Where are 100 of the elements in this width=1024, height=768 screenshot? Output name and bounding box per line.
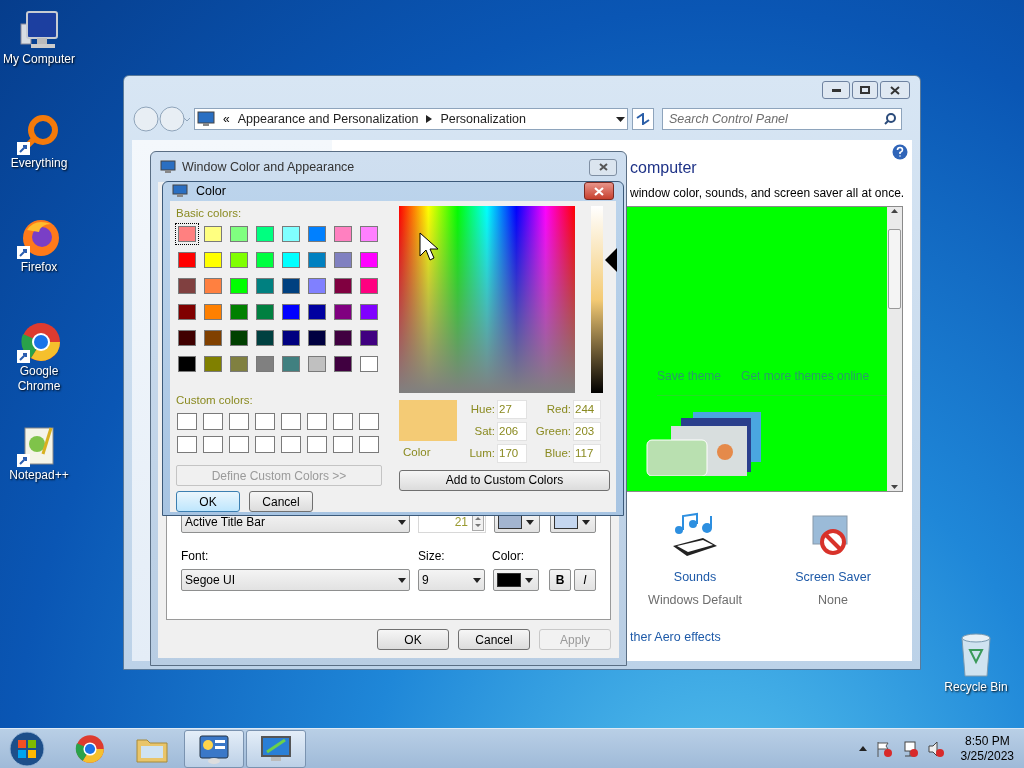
taskbar-button[interactable]	[184, 729, 244, 768]
color-swatch[interactable]	[254, 224, 276, 244]
setting-link[interactable]: Screen Saver	[795, 568, 871, 587]
custom-color-slot[interactable]	[333, 413, 353, 431]
desktop-icon-label[interactable]: My Computer	[1, 52, 77, 67]
setting-link[interactable]: Sounds	[673, 568, 717, 587]
color-swatch[interactable]	[228, 224, 250, 244]
custom-color-slot[interactable]	[281, 436, 301, 454]
desktop-icon-label[interactable]: Everything	[1, 156, 77, 171]
bold-button[interactable]: B	[549, 569, 571, 591]
color-swatch[interactable]	[332, 224, 354, 244]
color-swatch[interactable]	[176, 250, 198, 270]
aero-link[interactable]: ther Aero effects	[630, 627, 908, 647]
color-swatch[interactable]	[176, 328, 198, 348]
custom-color-slot[interactable]	[255, 413, 275, 431]
minimize-button[interactable]	[822, 81, 850, 99]
scroll-thumb[interactable]	[888, 229, 901, 309]
custom-color-slot[interactable]	[307, 436, 327, 454]
desktop-icon-label[interactable]: Recycle Bin	[944, 678, 1008, 696]
dropdown-arrow-icon[interactable]	[616, 116, 625, 122]
color-swatch[interactable]	[306, 302, 328, 322]
value-field[interactable]: 203	[573, 421, 601, 441]
color-swatch[interactable]	[228, 250, 250, 270]
back-forward-icon[interactable]	[132, 106, 190, 132]
color-swatch[interactable]	[202, 276, 224, 296]
color-swatch[interactable]	[280, 328, 302, 348]
color-swatch[interactable]	[306, 328, 328, 348]
color-swatch[interactable]	[280, 276, 302, 296]
ok-button[interactable]: OK	[176, 491, 240, 513]
refresh-button[interactable]	[632, 108, 654, 130]
add-to-custom-colors-button[interactable]: Add to Custom Colors	[399, 469, 610, 491]
color-swatch[interactable]	[358, 276, 380, 296]
value-field[interactable]: 117	[573, 443, 601, 463]
maximize-button[interactable]	[852, 81, 878, 99]
color-swatch[interactable]	[280, 224, 302, 244]
color-swatch[interactable]	[202, 354, 224, 374]
value-field[interactable]: 244	[573, 399, 601, 419]
dialog-button[interactable]: Cancel	[458, 629, 530, 650]
color-swatch[interactable]	[306, 250, 328, 270]
color-swatch[interactable]	[358, 250, 380, 270]
color-swatch[interactable]	[254, 276, 276, 296]
speaker-muted-icon[interactable]	[926, 739, 945, 758]
custom-color-slot[interactable]	[177, 436, 197, 454]
desktop-icon-label[interactable]: Firefox	[1, 260, 77, 275]
color-swatch[interactable]	[332, 328, 354, 348]
close-button[interactable]	[589, 158, 617, 176]
custom-color-slot[interactable]	[229, 413, 249, 431]
font-dropdown[interactable]: Segoe UI	[181, 569, 410, 591]
show-hidden-icons-icon[interactable]	[858, 746, 867, 751]
italic-button[interactable]: I	[574, 569, 596, 591]
custom-color-slot[interactable]	[229, 436, 249, 454]
value-field[interactable]: 27	[497, 399, 527, 419]
desktop-icon-label[interactable]: Google Chrome	[1, 364, 77, 394]
cancel-button[interactable]: Cancel	[249, 491, 313, 513]
color-swatch[interactable]	[358, 354, 380, 374]
custom-color-slot[interactable]	[333, 436, 353, 454]
color-swatch[interactable]	[228, 276, 250, 296]
flag-warning-icon[interactable]	[874, 739, 893, 758]
color-spectrum[interactable]	[399, 205, 575, 393]
color-swatch[interactable]	[306, 354, 328, 374]
color-swatch[interactable]	[202, 328, 224, 348]
address-bar[interactable]: « Appearance and Personalization Personalization	[194, 108, 628, 130]
custom-color-slot[interactable]	[203, 413, 223, 431]
color-swatch[interactable]	[358, 224, 380, 244]
color-swatch[interactable]	[228, 328, 250, 348]
value-field[interactable]: 206	[497, 421, 527, 441]
breadcrumb-item[interactable]: Appearance and Personalization	[237, 109, 419, 129]
color-swatch[interactable]	[254, 328, 276, 348]
custom-color-slot[interactable]	[359, 436, 379, 454]
color-swatch[interactable]	[176, 276, 198, 296]
color-swatch[interactable]	[176, 354, 198, 374]
color-swatch[interactable]	[254, 250, 276, 270]
color-swatch[interactable]	[332, 250, 354, 270]
color-picker-button[interactable]	[493, 569, 539, 591]
color-swatch[interactable]	[280, 302, 302, 322]
breadcrumb-item[interactable]: Personalization	[440, 109, 526, 129]
custom-color-slot[interactable]	[281, 413, 301, 431]
clock-time[interactable]: 8:50 PM	[964, 733, 1010, 749]
color-swatch[interactable]	[332, 354, 354, 374]
custom-color-slot[interactable]	[177, 413, 197, 431]
color-swatch[interactable]	[358, 328, 380, 348]
size-dropdown[interactable]: 9	[418, 569, 485, 591]
search-field[interactable]: Search Control Panel	[662, 108, 902, 130]
color-swatch[interactable]	[332, 276, 354, 296]
scrollbar[interactable]	[887, 207, 902, 491]
custom-color-slot[interactable]	[359, 413, 379, 431]
custom-color-slot[interactable]	[255, 436, 275, 454]
color-swatch[interactable]	[254, 302, 276, 322]
color-swatch[interactable]	[306, 224, 328, 244]
start-button[interactable]	[8, 729, 46, 768]
desktop-icon-label[interactable]: Notepad++	[1, 468, 77, 483]
color-swatch[interactable]	[176, 224, 198, 244]
color-swatch[interactable]	[358, 302, 380, 322]
help-icon[interactable]	[892, 144, 908, 160]
dialog-button[interactable]: OK	[377, 629, 449, 650]
color-swatch[interactable]	[228, 302, 250, 322]
color-swatch[interactable]	[176, 302, 198, 322]
close-button[interactable]	[880, 81, 910, 99]
luminance-pointer-icon[interactable]	[605, 247, 617, 272]
color-swatch[interactable]	[254, 354, 276, 374]
